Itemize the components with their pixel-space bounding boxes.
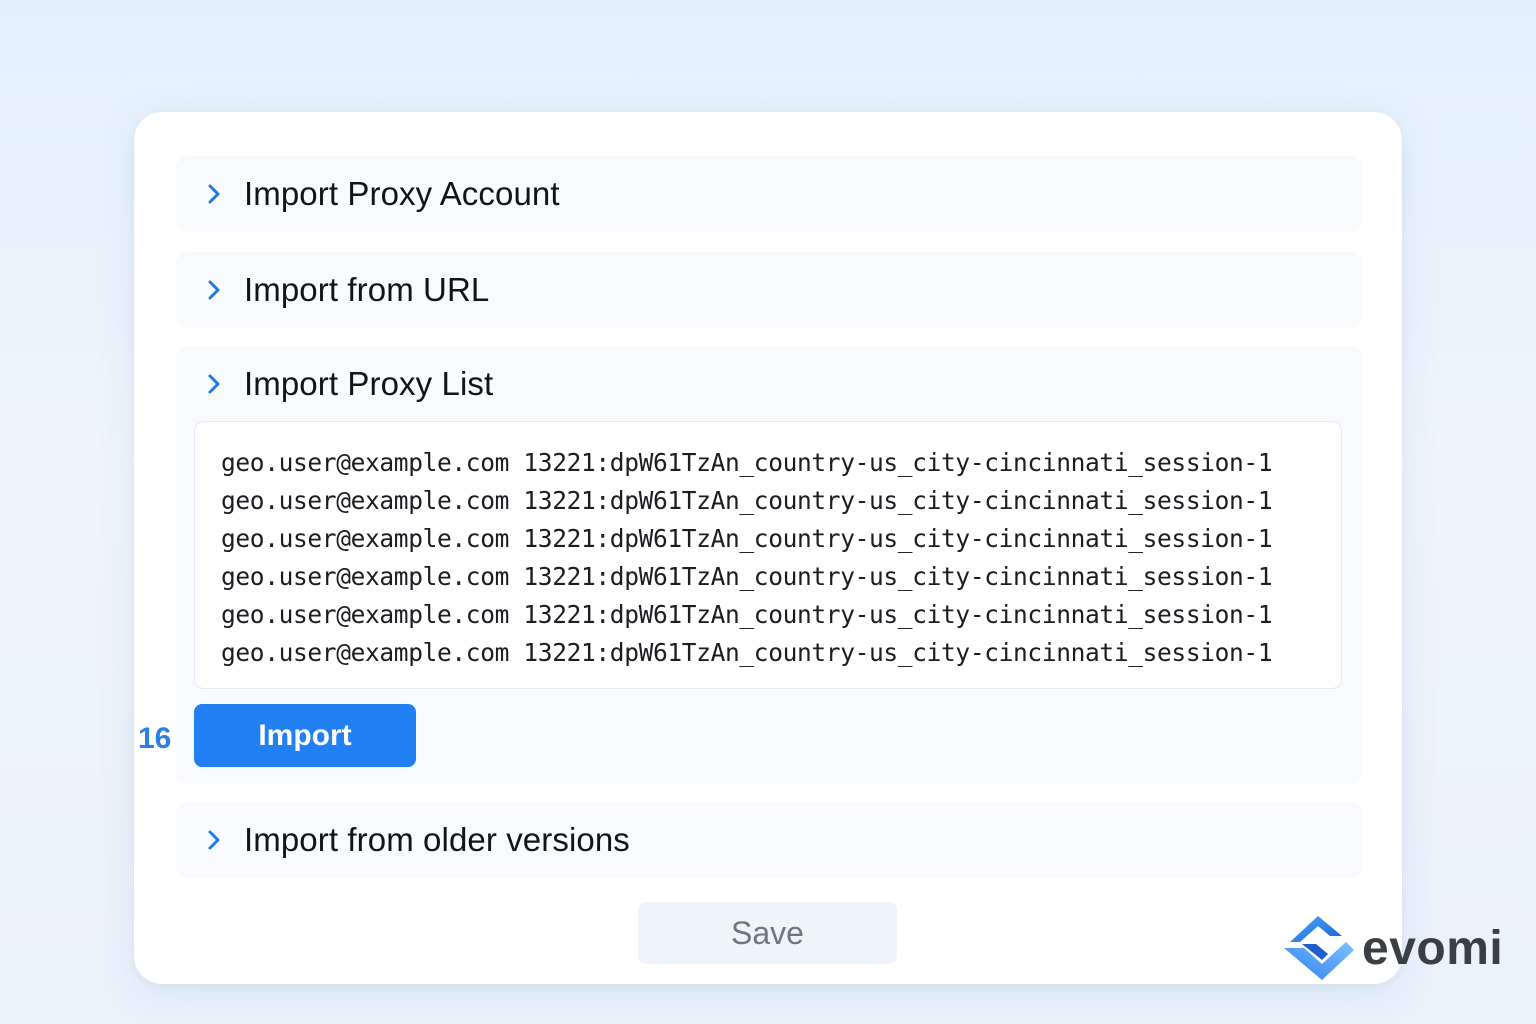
brand-name: evomi — [1362, 921, 1504, 975]
proxy-list-line: geo.user@example.com 13221:dpW61TzAn_cou… — [221, 486, 1273, 515]
brand-logo: evomi — [1282, 914, 1503, 986]
import-proxy-list-title: Import Proxy List — [244, 365, 494, 402]
proxy-list-textarea[interactable]: geo.user@example.com 13221:dpW61TzAn_cou… — [194, 421, 1342, 689]
section-import-from-url: Import from URL — [176, 252, 1362, 328]
import-settings-card: Import Proxy Account Import from URL Imp… — [134, 112, 1402, 984]
chevron-right-icon — [204, 280, 224, 300]
section-import-proxy-list: Import Proxy List geo.user@example.com 1… — [138, 346, 1362, 784]
proxy-list-line: geo.user@example.com 13221:dpW61TzAn_cou… — [221, 448, 1273, 477]
import-from-url-title: Import from URL — [244, 271, 490, 308]
import-proxy-account-header[interactable]: Import Proxy Account — [176, 156, 1362, 232]
proxy-list-line: geo.user@example.com 13221:dpW61TzAn_cou… — [221, 638, 1273, 667]
proxy-list-line: geo.user@example.com 13221:dpW61TzAn_cou… — [221, 562, 1273, 591]
import-proxy-account-title: Import Proxy Account — [244, 175, 560, 212]
proxy-list-line: geo.user@example.com 13221:dpW61TzAn_cou… — [221, 600, 1273, 629]
import-proxy-list-header[interactable]: Import Proxy List — [176, 346, 1362, 422]
section-import-from-older-versions: Import from older versions — [176, 802, 1362, 878]
proxy-list-line: geo.user@example.com 13221:dpW61TzAn_cou… — [221, 524, 1273, 553]
import-from-older-versions-title: Import from older versions — [244, 821, 630, 858]
save-button[interactable]: Save — [638, 902, 897, 964]
chevron-right-icon — [204, 184, 224, 204]
chevron-right-icon — [204, 374, 224, 394]
chevron-right-icon — [204, 830, 224, 850]
import-from-older-versions-header[interactable]: Import from older versions — [176, 802, 1362, 878]
evomi-logo-icon — [1282, 914, 1358, 986]
import-from-url-header[interactable]: Import from URL — [176, 252, 1362, 328]
import-button[interactable]: Import — [194, 704, 416, 767]
proxy-count-label: 16 — [138, 722, 172, 755]
section-import-proxy-account: Import Proxy Account — [176, 156, 1362, 232]
